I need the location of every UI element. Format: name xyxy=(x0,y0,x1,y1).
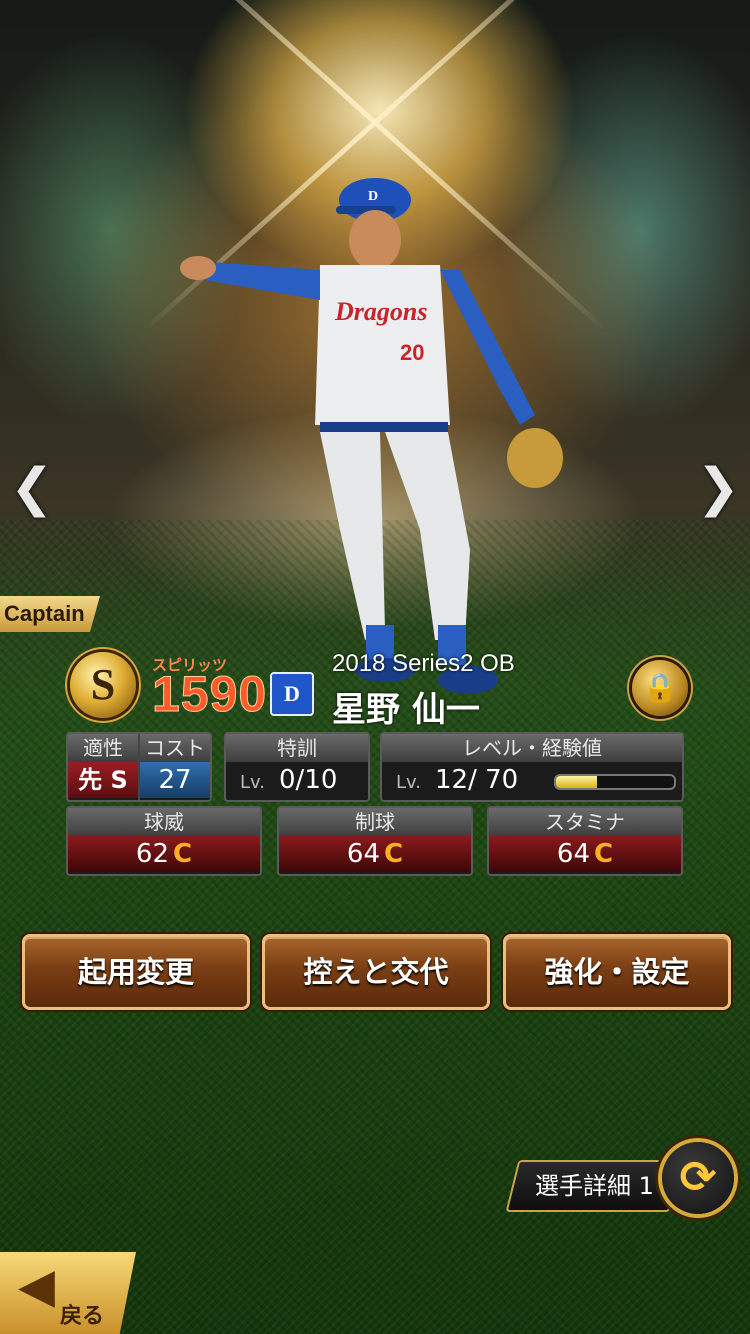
back-button[interactable]: ◀ 戻る xyxy=(0,1252,136,1334)
player-name: 星野 仙一 xyxy=(332,690,480,730)
lock-icon[interactable]: 🔒 xyxy=(632,660,688,716)
change-lineup-button[interactable]: 起用変更 xyxy=(22,934,250,1010)
stat-grade: C xyxy=(173,839,193,869)
stat-value: 64 xyxy=(556,839,590,869)
training-value: 0/10 xyxy=(279,765,338,795)
spirits-value: 1590 xyxy=(151,666,268,722)
team-logo-icon: D xyxy=(270,672,314,716)
training-panel: 特訓 Lv. 0/10 xyxy=(224,732,370,802)
cost-label: コスト xyxy=(140,734,210,762)
chevron-left-icon[interactable]: ❮ xyxy=(10,462,54,514)
svg-text:D: D xyxy=(368,189,378,204)
xp-bar-fill xyxy=(556,776,598,788)
stat-velocity: 球威 62 C xyxy=(66,806,262,876)
rank-s-icon: S xyxy=(70,652,136,718)
player-illustration: D Dragons 20 xyxy=(180,178,563,694)
swap-icon[interactable]: ⟳ xyxy=(662,1142,734,1214)
lv-prefix: Lv. xyxy=(396,772,422,793)
stat-value: 62 xyxy=(135,839,169,869)
stat-label: スタミナ xyxy=(489,808,681,836)
lv-prefix: Lv. xyxy=(240,772,266,793)
level-value: 12/ 70 xyxy=(435,765,519,795)
stat-label: 制球 xyxy=(279,808,471,836)
stat-value-row: 64 C xyxy=(489,836,681,872)
stat-value-row: 64 C xyxy=(279,836,471,872)
cost-value: 27 xyxy=(140,762,210,798)
aptitude-value: 先 S xyxy=(68,762,138,798)
stat-value: 64 xyxy=(346,839,380,869)
stat-control: 制球 64 C xyxy=(277,806,473,876)
stat-label: 球威 xyxy=(68,808,260,836)
level-label: レベル・経験値 xyxy=(382,734,682,762)
captain-badge: Captain xyxy=(0,596,100,632)
back-arrow-icon: ◀ xyxy=(18,1258,55,1314)
svg-text:20: 20 xyxy=(400,340,424,365)
chevron-right-icon[interactable]: ❯ xyxy=(696,462,740,514)
back-label: 戻る xyxy=(60,1304,105,1329)
xp-bar xyxy=(554,774,676,790)
player-detail-button[interactable]: 選手詳細 1 xyxy=(505,1160,683,1212)
card-series: 2018 Series2 OB xyxy=(332,650,515,677)
level-panel: レベル・経験値 Lv. 12/ 70 xyxy=(380,732,684,802)
svg-text:Dragons: Dragons xyxy=(334,297,427,326)
enhance-settings-button[interactable]: 強化・設定 xyxy=(503,934,731,1010)
stat-grade: C xyxy=(594,839,614,869)
stat-value-row: 62 C xyxy=(68,836,260,872)
bench-swap-button[interactable]: 控えと交代 xyxy=(262,934,490,1010)
level-value-row: Lv. 12/ 70 xyxy=(382,762,682,798)
aptitude-cost-panel: 適性 先 S コスト 27 xyxy=(66,732,212,802)
stat-stamina: スタミナ 64 C xyxy=(487,806,683,876)
training-value-row: Lv. 0/10 xyxy=(226,762,368,798)
aptitude-label: 適性 xyxy=(68,734,138,762)
stat-grade: C xyxy=(384,839,404,869)
training-label: 特訓 xyxy=(226,734,368,762)
player-detail-label: 選手詳細 1 xyxy=(534,1172,654,1200)
